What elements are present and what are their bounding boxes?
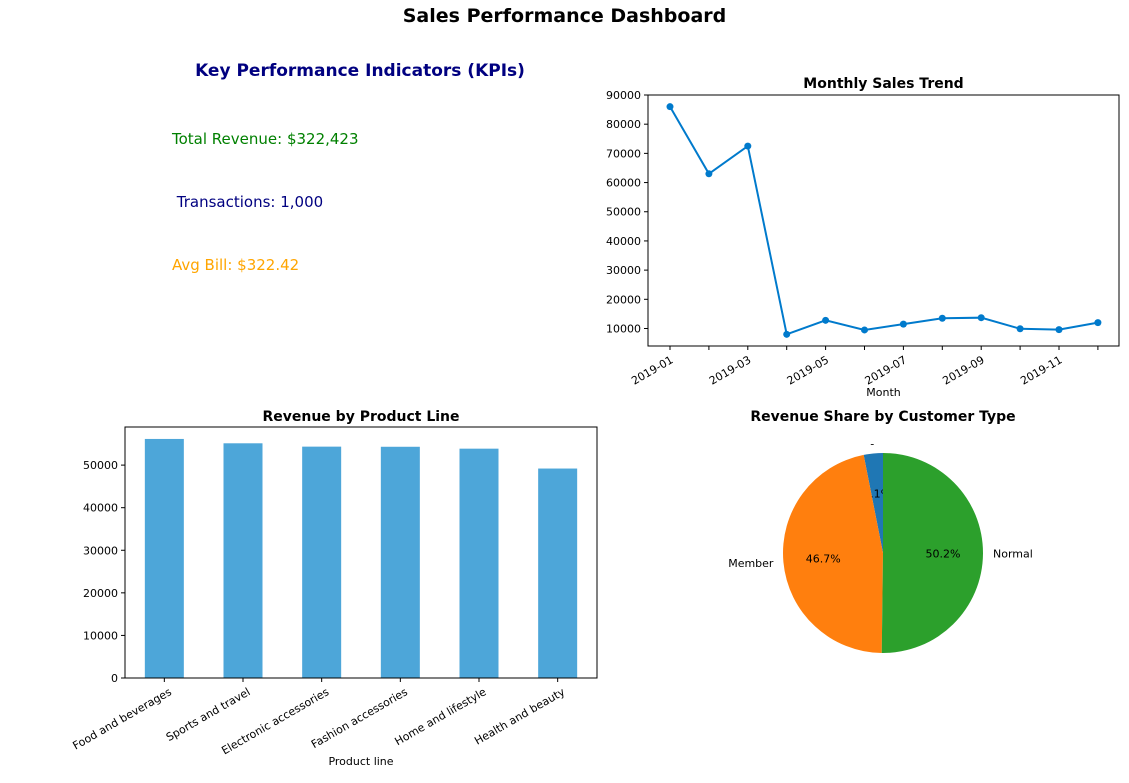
pie-label-1: Member [728, 557, 774, 570]
customer-type-pie-chart: Revenue Share by Customer Type-3.1%Membe… [728, 409, 1033, 653]
pie-chart-title: Revenue Share by Customer Type [750, 409, 1015, 425]
pie-label-0: - [870, 438, 874, 451]
pie-label-2: Normal [993, 548, 1033, 561]
pie-pct-1: 46.7% [806, 552, 841, 565]
pie-pct-2: 50.2% [926, 547, 961, 560]
